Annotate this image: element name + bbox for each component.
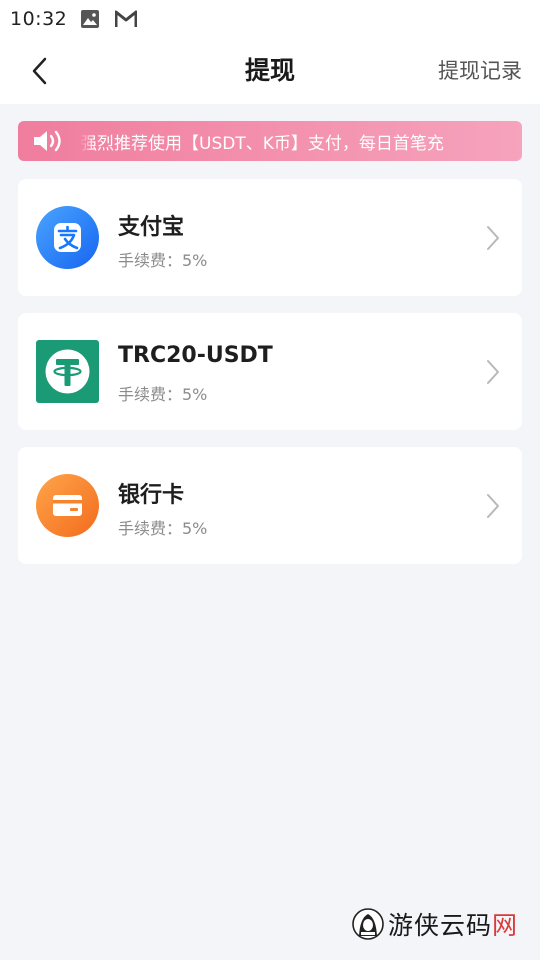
header: 提现 提现记录 xyxy=(0,38,540,104)
method-card-usdt[interactable]: TRC20-USDT 手续费：5% xyxy=(18,313,522,430)
notice-text: 强烈推荐使用【USDT、K币】支付，每日首笔充 xyxy=(80,133,444,154)
notice-bar[interactable]: 强烈推荐使用【USDT、K币】支付，每日首笔充 xyxy=(18,121,522,161)
withdraw-record-link[interactable]: 提现记录 xyxy=(438,38,522,104)
method-name: 银行卡 xyxy=(118,483,185,508)
alipay-icon xyxy=(36,206,99,269)
watermark: 游侠云码网 xyxy=(352,904,518,944)
chevron-right-icon xyxy=(487,494,499,518)
method-fee: 手续费：5% xyxy=(118,519,208,538)
watermark-text: 游侠云码网 xyxy=(387,911,518,940)
gmail-icon xyxy=(115,10,138,28)
back-button[interactable] xyxy=(24,52,54,90)
method-name: TRC20-USDT xyxy=(118,343,273,368)
status-bar: 10:32 xyxy=(0,0,540,38)
speaker-icon xyxy=(18,121,80,161)
chevron-right-icon xyxy=(487,226,499,250)
method-name: 支付宝 xyxy=(118,215,185,240)
method-card-alipay[interactable]: 支付宝 手续费：5% xyxy=(18,179,522,296)
method-card-bank[interactable]: 银行卡 手续费：5% xyxy=(18,447,522,564)
hooded-figure-logo xyxy=(352,908,384,940)
chevron-right-icon xyxy=(487,360,499,384)
status-time: 10:32 xyxy=(10,8,68,30)
chevron-left-icon xyxy=(32,57,47,85)
tether-icon xyxy=(36,340,99,403)
bank-card-icon xyxy=(36,474,99,537)
image-icon xyxy=(81,10,100,28)
method-fee: 手续费：5% xyxy=(118,251,208,270)
method-fee: 手续费：5% xyxy=(118,385,208,404)
